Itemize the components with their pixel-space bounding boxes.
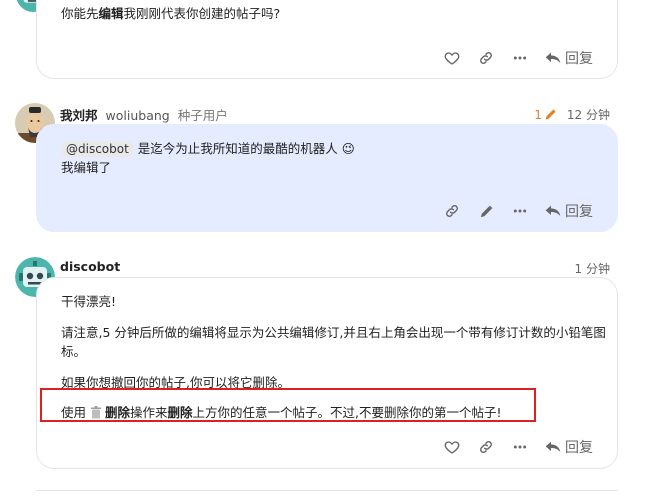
highlight-callout-box: [40, 388, 536, 422]
reply-label: 回复: [565, 204, 593, 220]
topic-stream: 你能先编辑我刚刚代表你创建的帖子吗? 回复 我刘邦 woliubang 种子用户…: [0, 0, 646, 500]
heart-icon: [444, 441, 460, 454]
post-1-text: 你能先: [61, 6, 99, 21]
author-display-name[interactable]: 我刘邦: [60, 105, 98, 124]
post-1-actions: 回复: [435, 46, 593, 70]
mention-discobot[interactable]: @discobot: [61, 141, 134, 157]
reply-button[interactable]: 回复: [545, 48, 593, 68]
post-2-body: @discobot 是迄今为止我所知道的最酷的机器人 😉 我编辑了: [61, 139, 355, 177]
post-2-time-area: 1 12 分钟: [534, 106, 610, 123]
post-card-3: 干得漂亮! 请注意,5 分钟后所做的编辑将显示为公共编辑修订,并且右上角会出现一…: [36, 277, 618, 469]
edit-history-button[interactable]: 1: [534, 108, 557, 122]
post-2-meta: 我刘邦 woliubang 种子用户: [60, 105, 228, 124]
reply-button[interactable]: 回复: [545, 437, 593, 457]
like-button[interactable]: [435, 435, 469, 459]
post-1-body: 你能先编辑我刚刚代表你创建的帖子吗?: [61, 4, 280, 23]
reply-icon: [545, 52, 561, 63]
post-3-timestamp[interactable]: 1 分钟: [575, 260, 610, 277]
link-icon: [480, 52, 492, 64]
reply-button[interactable]: 回复: [545, 201, 593, 221]
ellipsis-icon: [513, 209, 527, 213]
more-actions-button[interactable]: [503, 199, 537, 223]
post-card-1: 你能先编辑我刚刚代表你创建的帖子吗? 回复: [36, 0, 618, 79]
post-1-text-suffix: 我刚刚代表你创建的帖子吗?: [123, 6, 281, 21]
link-icon: [480, 441, 492, 453]
ellipsis-icon: [513, 445, 527, 449]
copy-link-button[interactable]: [469, 435, 503, 459]
post-3-para-1: 干得漂亮!: [61, 294, 117, 309]
like-button[interactable]: [435, 46, 469, 70]
pencil-icon: [545, 109, 556, 120]
edit-count: 1: [534, 107, 542, 122]
post-3-actions: 回复: [435, 435, 593, 459]
post-3-time-area: 1 分钟: [575, 260, 610, 277]
post-3-meta: discobot: [60, 259, 120, 274]
copy-link-button[interactable]: [469, 46, 503, 70]
more-actions-button[interactable]: [503, 46, 537, 70]
pencil-icon: [480, 205, 492, 217]
ellipsis-icon: [513, 56, 527, 60]
stream-divider: [36, 490, 618, 491]
wink-emoji: 😉: [341, 141, 355, 156]
copy-link-button[interactable]: [435, 199, 469, 223]
heart-icon: [444, 52, 460, 65]
edit-button[interactable]: [469, 199, 503, 223]
author-display-name[interactable]: discobot: [60, 259, 120, 274]
post-2-timestamp[interactable]: 12 分钟: [567, 106, 610, 123]
reply-label: 回复: [565, 51, 593, 67]
post-2-actions: 回复: [435, 199, 593, 223]
more-actions-button[interactable]: [503, 435, 537, 459]
post-1-bold-text: 编辑: [98, 6, 124, 21]
reply-icon: [545, 205, 561, 216]
link-icon: [446, 205, 458, 217]
post-2-line-2: 我编辑了: [61, 160, 112, 175]
post-3-para-2: 请注意,5 分钟后所做的编辑将显示为公共编辑修订,并且右上角会出现一个带有修订计…: [61, 325, 606, 359]
reply-label: 回复: [565, 440, 593, 456]
author-user-title: 种子用户: [177, 108, 228, 123]
reply-icon: [545, 441, 561, 452]
author-username[interactable]: woliubang: [106, 108, 170, 123]
post-card-2: @discobot 是迄今为止我所知道的最酷的机器人 😉 我编辑了 回复: [36, 124, 618, 232]
post-2-line-1: 是迄今为止我所知道的最酷的机器人: [137, 141, 338, 156]
